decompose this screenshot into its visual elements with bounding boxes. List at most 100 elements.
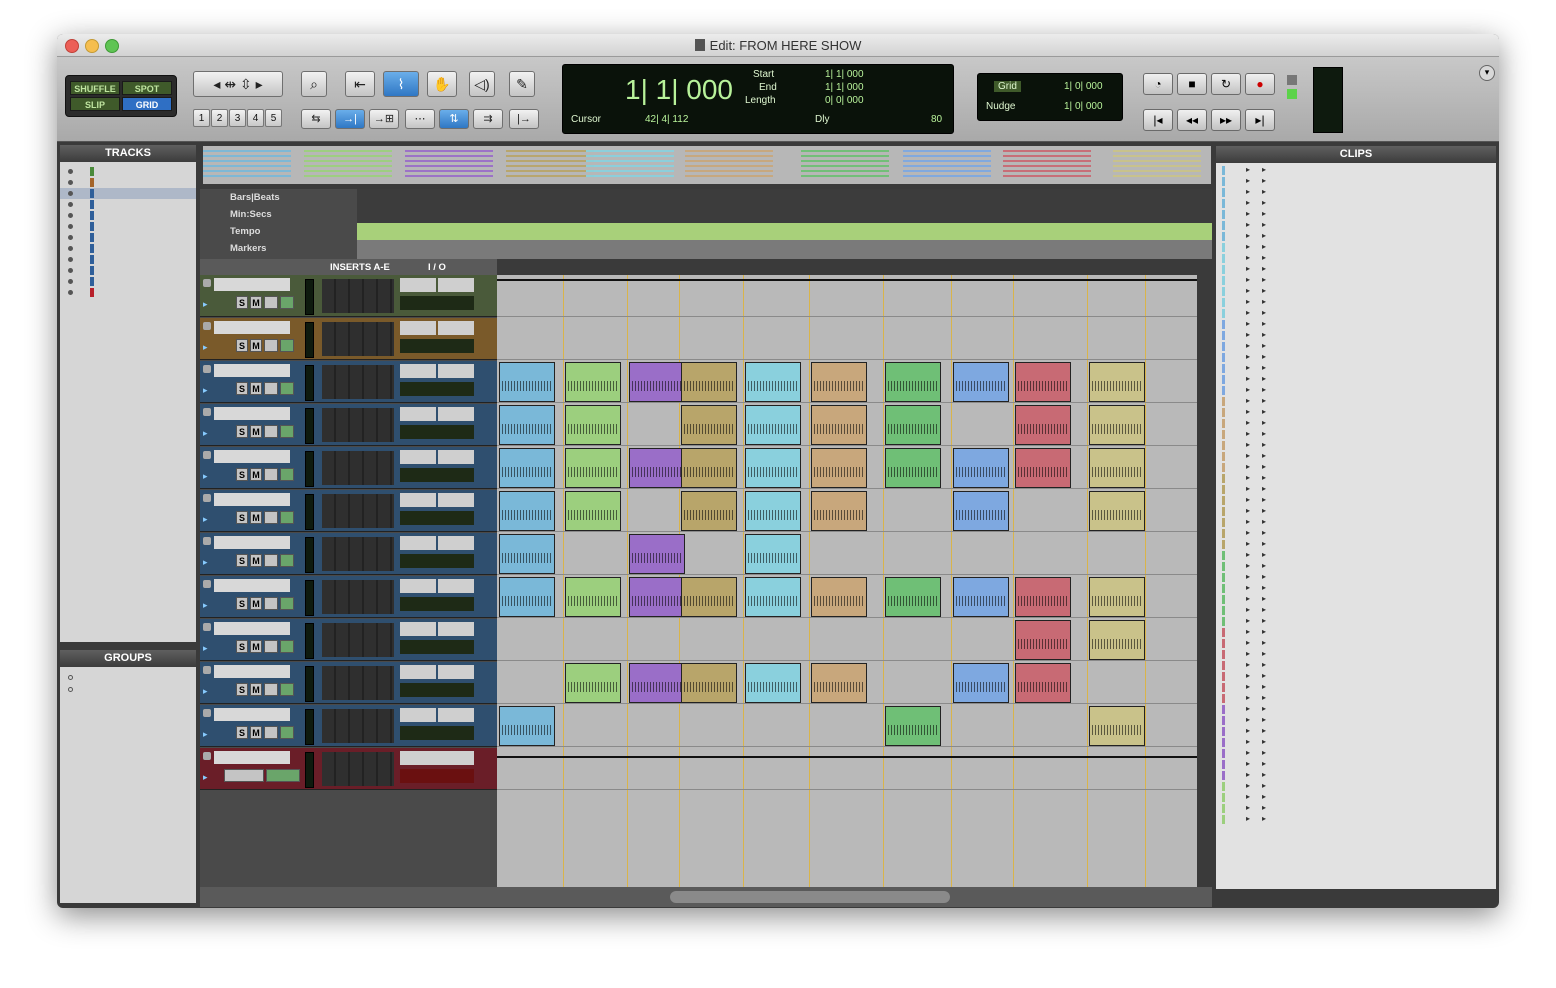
clip-disclosure-icon[interactable]: ▸: [1246, 209, 1250, 218]
clip-disclosure-icon[interactable]: ▸: [1246, 385, 1250, 394]
clip-disclosure-icon[interactable]: ▸: [1262, 220, 1266, 229]
audio-clip[interactable]: [953, 448, 1009, 488]
output-selector[interactable]: [438, 579, 474, 593]
clip-disclosure-icon[interactable]: ▸: [1246, 220, 1250, 229]
solo-button[interactable]: S: [236, 339, 248, 352]
volume-value[interactable]: [400, 597, 474, 611]
nudge-value[interactable]: 1| 0| 000: [1064, 101, 1103, 112]
automation-mode[interactable]: [280, 468, 294, 481]
scroll-thumb[interactable]: [670, 891, 950, 903]
clip-list-item[interactable]: [1278, 417, 1496, 428]
output-selector[interactable]: [438, 708, 474, 722]
clip-list-item[interactable]: [1278, 241, 1496, 252]
clip-disclosure-icon[interactable]: ▸: [1262, 528, 1266, 537]
insert-slots[interactable]: [322, 623, 394, 657]
show-hide-icon[interactable]: [68, 224, 73, 229]
clip-disclosure-icon[interactable]: ▸: [1262, 352, 1266, 361]
groups-header[interactable]: GROUPS: [60, 650, 196, 667]
track-options-icon[interactable]: [203, 537, 211, 545]
online-icon[interactable]: ◔: [1143, 73, 1173, 95]
input-selector[interactable]: [400, 708, 436, 722]
clip-disclosure-icon[interactable]: ▸: [1262, 308, 1266, 317]
clip-list-item[interactable]: [1278, 373, 1496, 384]
clip-disclosure-icon[interactable]: ▸: [1262, 814, 1266, 823]
clip-disclosure-icon[interactable]: ▸: [1246, 770, 1250, 779]
clip-disclosure-icon[interactable]: ▸: [1246, 187, 1250, 196]
group-enable-icon[interactable]: [68, 687, 73, 692]
clip-list-item[interactable]: [1278, 703, 1496, 714]
track-options-icon[interactable]: [203, 752, 211, 760]
track-name[interactable]: [214, 622, 290, 635]
mute-button[interactable]: M: [250, 511, 262, 524]
output-selector[interactable]: [438, 622, 474, 636]
audio-clip[interactable]: [745, 362, 801, 402]
show-hide-icon[interactable]: [68, 213, 73, 218]
shuffle-mode-button[interactable]: SHUFFLE: [70, 81, 120, 95]
audio-clip[interactable]: [681, 577, 737, 617]
end-value[interactable]: 1| 1| 000: [825, 82, 864, 93]
clip-disclosure-icon[interactable]: ▸: [1246, 275, 1250, 284]
show-hide-icon[interactable]: [68, 257, 73, 262]
clip-disclosure-icon[interactable]: ▸: [1246, 671, 1250, 680]
audio-clip[interactable]: [629, 448, 685, 488]
clip-disclosure-icon[interactable]: ▸: [1262, 792, 1266, 801]
clip-disclosure-icon[interactable]: ▸: [1246, 517, 1250, 526]
auto-scroll-icon[interactable]: |→: [509, 109, 539, 129]
group-enable-icon[interactable]: [68, 675, 73, 680]
clip-disclosure-icon[interactable]: ▸: [1262, 231, 1266, 240]
input-selector[interactable]: [400, 321, 436, 335]
track-list-item[interactable]: [60, 243, 196, 254]
track-header[interactable]: S M ▸: [200, 576, 497, 618]
universe-overview[interactable]: [203, 146, 1211, 184]
clip-list-item[interactable]: [1278, 439, 1496, 450]
clip-list-item[interactable]: [1278, 791, 1496, 802]
clip-disclosure-icon[interactable]: ▸: [1246, 781, 1250, 790]
clip-disclosure-icon[interactable]: ▸: [1246, 242, 1250, 251]
clip-disclosure-icon[interactable]: ▸: [1246, 594, 1250, 603]
go-to-end-icon[interactable]: ▸|: [1245, 109, 1275, 131]
track-lane[interactable]: [497, 404, 1197, 446]
track-name[interactable]: [214, 321, 290, 334]
clip-list-item[interactable]: [1278, 802, 1496, 813]
audio-clip[interactable]: [565, 448, 621, 488]
clip-disclosure-icon[interactable]: ▸: [1246, 605, 1250, 614]
clip-list-item[interactable]: [1278, 725, 1496, 736]
track-list-item[interactable]: [60, 232, 196, 243]
clip-list-item[interactable]: [1278, 505, 1496, 516]
clip-list-item[interactable]: [1278, 164, 1496, 175]
audio-clip[interactable]: [1015, 405, 1071, 445]
view-selector[interactable]: [264, 683, 278, 696]
clip-disclosure-icon[interactable]: ▸: [1262, 561, 1266, 570]
insert-slots[interactable]: [322, 537, 394, 571]
solo-button[interactable]: S: [236, 511, 248, 524]
clip-list-item[interactable]: [1278, 681, 1496, 692]
automation-mode[interactable]: [280, 296, 294, 309]
zoom-preset-2[interactable]: 2: [211, 109, 228, 127]
tracks-header[interactable]: TRACKS: [60, 145, 196, 162]
track-list-item[interactable]: [60, 177, 196, 188]
main-counter[interactable]: 1| 1| 000: [625, 74, 733, 106]
clip-list-item[interactable]: [1278, 263, 1496, 274]
volume-value[interactable]: [400, 382, 474, 396]
audio-clip[interactable]: [811, 491, 867, 531]
solo-button[interactable]: S: [236, 597, 248, 610]
clip-disclosure-icon[interactable]: ▸: [1246, 484, 1250, 493]
audio-clip[interactable]: [499, 706, 555, 746]
rewind-icon[interactable]: ◂◂: [1177, 109, 1207, 131]
clip-disclosure-icon[interactable]: ▸: [1262, 616, 1266, 625]
clip-disclosure-icon[interactable]: ▸: [1262, 583, 1266, 592]
play-loop-icon[interactable]: ↻: [1211, 73, 1241, 95]
view-selector[interactable]: [264, 511, 278, 524]
clip-list-item[interactable]: [1278, 659, 1496, 670]
view-selector[interactable]: [264, 425, 278, 438]
solo-button[interactable]: S: [236, 296, 248, 309]
keyboard-focus-icon[interactable]: ⇉: [473, 109, 503, 129]
zoom-preset-3[interactable]: 3: [229, 109, 246, 127]
zoom-preset-5[interactable]: 5: [265, 109, 282, 127]
clip-disclosure-icon[interactable]: ▸: [1262, 374, 1266, 383]
audio-clip[interactable]: [1089, 491, 1145, 531]
audio-clip[interactable]: [629, 362, 685, 402]
input-selector[interactable]: [400, 622, 436, 636]
automation-mode[interactable]: [280, 511, 294, 524]
volume-value[interactable]: [400, 425, 474, 439]
